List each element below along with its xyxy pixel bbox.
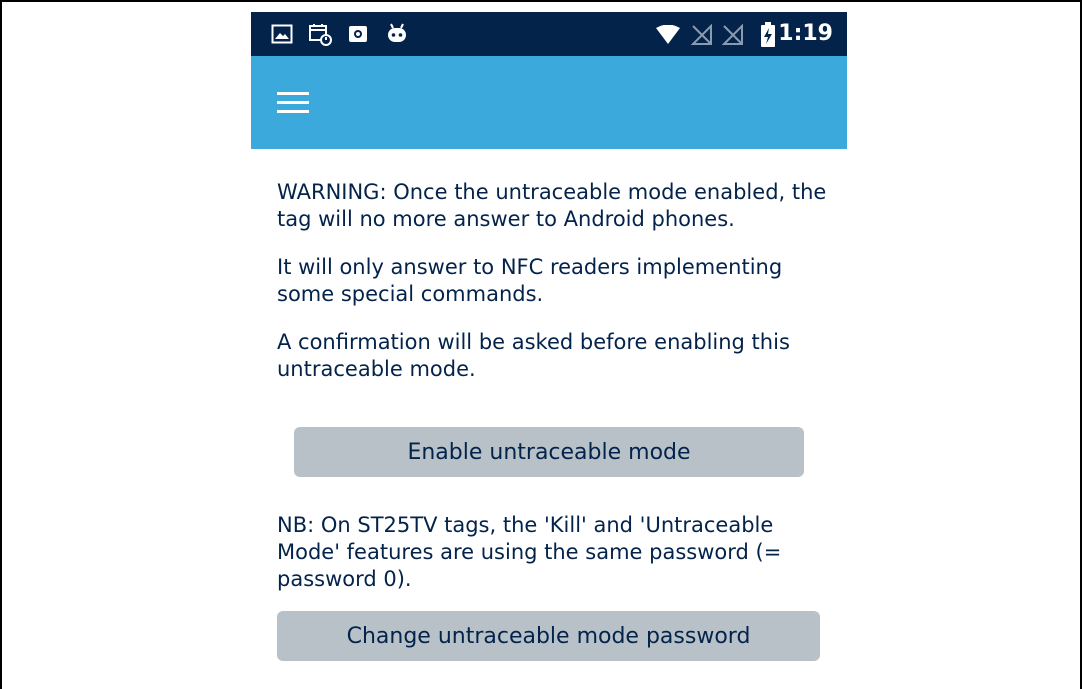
status-time: 1:19 (778, 21, 833, 46)
no-signal-icon (691, 24, 712, 45)
image-icon (271, 24, 293, 44)
enable-untraceable-mode-button[interactable]: Enable untraceable mode (294, 427, 804, 477)
nfc-readers-paragraph: It will only answer to NFC readers imple… (277, 255, 783, 306)
hamburger-menu-icon[interactable] (269, 86, 313, 120)
app-bar (251, 56, 847, 149)
warning-paragraph: WARNING: Once the untraceable mode enabl… (277, 180, 827, 231)
frame-top-border (0, 0, 1082, 2)
status-bar: 1:19 (251, 12, 847, 56)
change-password-button[interactable]: Change untraceable mode password (277, 611, 820, 661)
warning-text: WARNING: Once the untraceable mode enabl… (277, 179, 827, 404)
camera-icon (349, 26, 367, 42)
battery-charging-icon (761, 22, 775, 47)
no-signal-icon (722, 24, 743, 45)
android-icon (388, 23, 406, 42)
confirmation-paragraph: A confirmation will be asked before enab… (277, 330, 790, 381)
password-note: NB: On ST25TV tags, the 'Kill' and 'Untr… (277, 513, 782, 591)
wifi-icon (656, 25, 680, 44)
calendar-sync-icon (309, 24, 332, 46)
frame-left-border (0, 0, 2, 689)
phone-screen: 1:19 WARNING: Once the untraceable mode … (251, 12, 847, 689)
